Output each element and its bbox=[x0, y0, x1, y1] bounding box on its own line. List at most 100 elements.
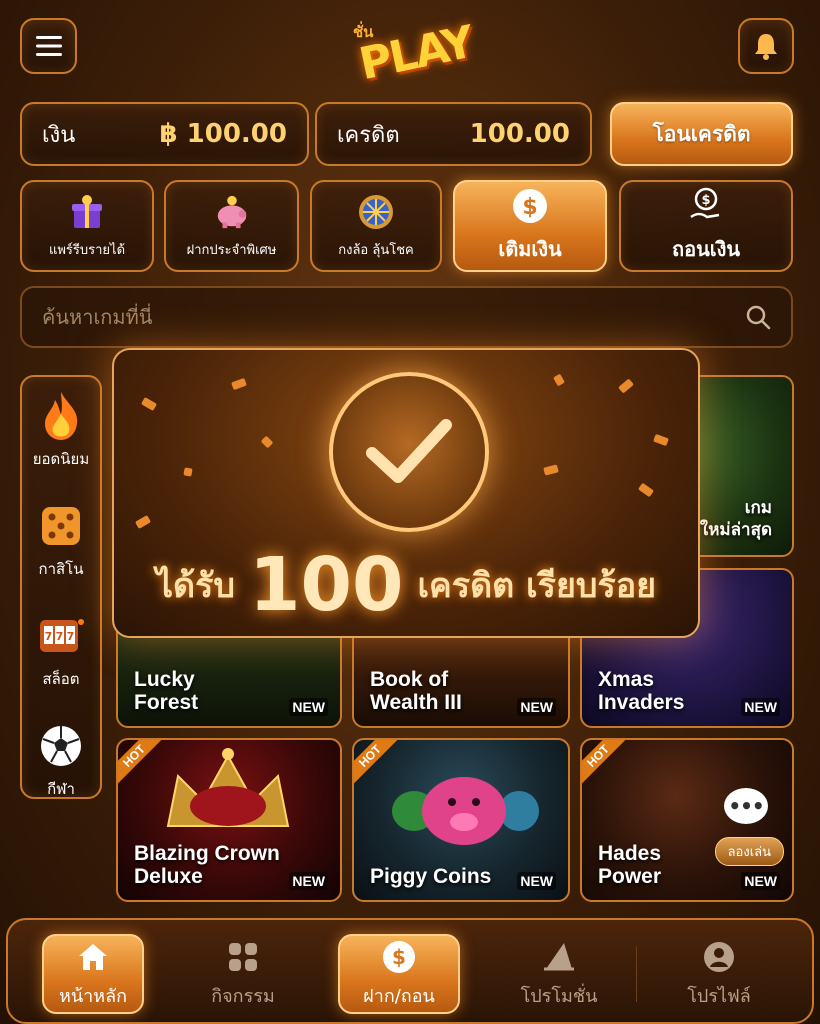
game-title: Lucky Forest bbox=[134, 668, 199, 714]
featured-line-2: ใหม่ล่าสุด bbox=[699, 520, 772, 540]
confetti bbox=[260, 435, 274, 449]
transfer-credit-button[interactable]: โอนเครดิต bbox=[610, 102, 793, 166]
dollar-icon: $ bbox=[381, 939, 417, 975]
nav-label: หน้าหลัก bbox=[58, 985, 128, 1007]
game-card[interactable]: HOT Blazing Crown Deluxe NEW bbox=[116, 738, 342, 902]
quick-action-label: ถอนเงิน bbox=[671, 237, 741, 261]
nav-label: โปรโมชั่น bbox=[520, 985, 598, 1007]
success-message: ได้รับ 100 เครดิต เรียบร้อย bbox=[114, 542, 698, 628]
transfer-credit-label: โอนเครดิต bbox=[652, 121, 751, 146]
menu-icon bbox=[35, 36, 62, 56]
new-badge: NEW bbox=[741, 698, 780, 716]
nav-deposit-withdraw[interactable]: $ ฝาก/ถอน bbox=[338, 934, 460, 1014]
category-sport[interactable]: กีฬา bbox=[36, 721, 86, 801]
category-slot[interactable]: 777 สล็อต bbox=[36, 611, 86, 691]
nav-divider bbox=[636, 946, 637, 1002]
quick-action-label: กงล้อ ลุ้นโชค bbox=[338, 242, 414, 258]
fire-icon bbox=[36, 391, 86, 441]
checkmark-icon bbox=[366, 419, 452, 483]
confetti bbox=[618, 378, 634, 394]
svg-text:$: $ bbox=[522, 195, 537, 220]
try-button[interactable]: ลองเล่น bbox=[714, 837, 784, 866]
search-icon[interactable] bbox=[745, 304, 771, 330]
nav-label: กิจกรรม bbox=[211, 985, 275, 1007]
hot-badge: HOT bbox=[582, 740, 632, 790]
nav-label: โปรไฟล์ bbox=[687, 985, 751, 1007]
confetti bbox=[183, 467, 193, 477]
featured-line-1: เกม bbox=[744, 498, 772, 518]
slot-icon: 777 bbox=[36, 611, 86, 661]
soccer-icon bbox=[36, 721, 86, 771]
home-icon bbox=[75, 939, 111, 975]
game-title: Book of Wealth III bbox=[370, 668, 462, 714]
search-input[interactable]: ค้นหาเกมที่นี่ bbox=[42, 301, 152, 333]
crown-icon bbox=[166, 748, 290, 827]
chat-icon[interactable]: ••• bbox=[724, 788, 768, 824]
quick-action-deposit[interactable]: $ เติมเงิน bbox=[453, 180, 607, 272]
category-label: กาสิโน bbox=[38, 560, 84, 578]
success-popup[interactable]: ได้รับ 100 เครดิต เรียบร้อย bbox=[112, 348, 700, 638]
game-card[interactable]: HOT ••• ลองเล่น Hades Power NEW bbox=[580, 738, 794, 902]
piggy-icon bbox=[392, 777, 539, 845]
game-title: Piggy Coins bbox=[370, 865, 492, 888]
dice-icon bbox=[36, 501, 86, 551]
credit-amount: 100 bbox=[248, 542, 404, 628]
grid-icon bbox=[225, 939, 261, 975]
message-prefix: ได้รับ bbox=[155, 566, 235, 606]
new-badge: NEW bbox=[741, 872, 780, 890]
svg-text:7: 7 bbox=[45, 630, 53, 643]
category-sidebar: ยอดนิยม กาสิโน 777 สล็อต กีฬา bbox=[20, 375, 102, 799]
nav-home[interactable]: หน้าหลัก bbox=[42, 934, 144, 1014]
quick-action-referral[interactable]: แพร์รีบรายได้ bbox=[20, 180, 154, 272]
game-card[interactable]: HOT Piggy Coins NEW bbox=[352, 738, 570, 902]
nav-profile[interactable]: โปรไฟล์ bbox=[664, 934, 774, 1014]
confetti bbox=[553, 373, 565, 387]
confetti bbox=[134, 515, 152, 529]
new-badge: NEW bbox=[289, 872, 328, 890]
withdraw-icon: $ bbox=[687, 187, 725, 225]
dollar-icon: $ bbox=[511, 187, 549, 225]
quick-action-label: เติมเงิน bbox=[498, 237, 562, 261]
menu-button[interactable] bbox=[20, 18, 77, 74]
profile-icon bbox=[701, 939, 737, 975]
quick-action-lucky-wheel[interactable]: กงล้อ ลุ้นโชค bbox=[310, 180, 442, 272]
new-badge: NEW bbox=[289, 698, 328, 716]
money-balance: เงิน ฿ 100.00 bbox=[20, 102, 309, 166]
quick-action-withdraw[interactable]: $ ถอนเงิน bbox=[619, 180, 793, 272]
money-label: เงิน bbox=[42, 122, 76, 148]
confetti bbox=[653, 433, 669, 447]
message-suffix: เครดิต เรียบร้อย bbox=[417, 566, 657, 606]
bell-icon bbox=[755, 34, 777, 60]
category-label: กีฬา bbox=[47, 780, 75, 798]
new-badge: NEW bbox=[517, 872, 556, 890]
svg-text:$: $ bbox=[701, 193, 710, 208]
app-logo: ชั่น PLAY bbox=[345, 6, 477, 92]
nav-activities[interactable]: กิจกรรม bbox=[188, 934, 298, 1014]
nav-label: ฝาก/ถอน bbox=[363, 985, 435, 1007]
game-title: Xmas Invaders bbox=[598, 668, 685, 714]
nav-promotion[interactable]: โปรโมชั่น bbox=[504, 934, 614, 1014]
piggy-bank-icon bbox=[213, 193, 251, 231]
confetti bbox=[231, 377, 247, 391]
confetti bbox=[637, 482, 655, 498]
new-badge: NEW bbox=[517, 698, 556, 716]
quick-action-label: แพร์รีบรายได้ bbox=[48, 242, 126, 258]
bottom-navigation: หน้าหลัก กิจกรรม $ ฝาก/ถอน โปรโมชั่น โปร… bbox=[6, 918, 814, 1024]
svg-text:$: $ bbox=[392, 945, 406, 969]
quick-action-label: ฝากประจำพิเศษ bbox=[186, 242, 277, 258]
search-bar[interactable]: ค้นหาเกมที่นี่ bbox=[20, 286, 793, 348]
quick-action-special-deposit[interactable]: ฝากประจำพิเศษ bbox=[164, 180, 299, 272]
category-popular[interactable]: ยอดนิยม bbox=[33, 391, 89, 471]
category-label: ยอดนิยม bbox=[32, 450, 90, 468]
category-label: สล็อต bbox=[42, 670, 80, 688]
svg-text:7: 7 bbox=[67, 630, 75, 643]
confetti bbox=[140, 397, 158, 411]
category-casino[interactable]: กาสิโน bbox=[36, 501, 86, 581]
game-title: Hades Power bbox=[598, 842, 662, 888]
svg-text:7: 7 bbox=[56, 630, 64, 643]
confetti bbox=[543, 464, 559, 476]
success-check bbox=[329, 372, 489, 532]
gift-icon bbox=[68, 193, 106, 231]
wheel-icon bbox=[357, 193, 395, 231]
notification-button[interactable] bbox=[738, 18, 794, 74]
